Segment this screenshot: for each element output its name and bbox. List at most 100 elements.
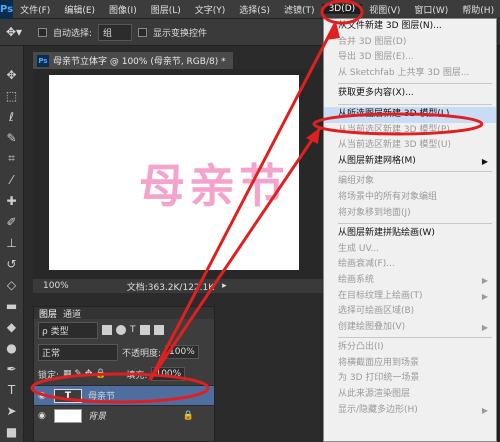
crop-icon[interactable]: ⌗: [3, 150, 21, 167]
menu-item-label: 导出 3D 图层(E)...: [338, 52, 414, 63]
auto-select-checkbox[interactable]: [38, 27, 47, 37]
filter-row: ρ 类型 T: [34, 319, 214, 341]
menu-item-3d: 生成 UV...: [324, 242, 496, 258]
opacity-input[interactable]: 100%: [165, 345, 199, 359]
menu-item-3d[interactable]: 获取更多内容(X)...: [324, 86, 496, 102]
lasso-icon[interactable]: ℓ: [3, 108, 21, 125]
menu-item-3d: 绘画系统 ▶: [324, 273, 496, 289]
path-select-icon[interactable]: ➤: [3, 402, 21, 419]
menu-separator: [338, 337, 492, 339]
filter-pixel-icon[interactable]: [102, 325, 112, 335]
lock-icon: 🔒: [182, 410, 194, 421]
gradient-icon[interactable]: ▬: [3, 297, 21, 314]
tab-channels[interactable]: 通道: [63, 307, 81, 320]
menu-item-label: 创建绘图叠加(V): [338, 321, 406, 332]
menu-item-label: 从 Sketchfab 上共享 3D 图层...: [338, 67, 470, 78]
menu-separator: [338, 223, 492, 225]
lock-icons[interactable]: ▦ ✎ ✥ 🔒: [63, 369, 106, 379]
filter-type-icon[interactable]: T: [130, 325, 136, 335]
filter-adjust-icon[interactable]: [116, 325, 126, 335]
eyedropper-icon[interactable]: ⁄: [3, 171, 21, 188]
blend-mode-dropdown[interactable]: 正常: [38, 343, 118, 361]
menu-help[interactable]: 帮助(H): [455, 3, 500, 16]
menu-item-3d: 从当前选区新建 3D 模型(P): [324, 123, 496, 139]
document-title: 母亲节立体字 @ 100% (母亲节, RGB/8) *: [53, 57, 226, 67]
show-transform-label: 显示变换控件: [153, 28, 208, 39]
3d-menu-dropdown: 从文件新建 3D 图层(N)... 合并 3D 图层(D) 导出 3D 图层(E).…: [323, 18, 497, 442]
blend-row: 正常 不透明度: 100%: [34, 341, 214, 363]
menu-item-3d: 从 Sketchfab 上共享 3D 图层...: [324, 66, 496, 82]
menu-item-3d: 拆分凸出(I): [324, 340, 496, 356]
menu-item-label: 获取更多内容(X)...: [338, 88, 414, 99]
menu-item-3d[interactable]: 从图层新建网格(M) ▶: [324, 154, 496, 170]
menu-layer[interactable]: 图层(L): [144, 3, 188, 16]
canvas[interactable]: 母亲节: [49, 75, 299, 270]
auto-select-dropdown[interactable]: 组: [98, 23, 133, 41]
eye-icon[interactable]: ◉: [38, 411, 48, 421]
auto-select-label: 自动选择:: [53, 28, 93, 39]
menu-item-label: 从图层新建拼贴绘画(W): [338, 228, 435, 239]
menu-item-label: 合并 3D 图层(D): [338, 36, 407, 47]
quick-select-icon[interactable]: ✎: [3, 129, 21, 146]
menu-3d[interactable]: 3D(D): [321, 4, 363, 14]
status-arrow-icon[interactable]: ▸: [222, 281, 227, 291]
menu-window[interactable]: 窗口(W): [407, 3, 455, 16]
document-tab[interactable]: Ps 母亲节立体字 @ 100% (母亲节, RGB/8) *: [33, 52, 233, 69]
menu-item-3d: 将对象移到地面(J): [324, 206, 496, 222]
menu-item-label: 拆分凸出(I): [338, 342, 384, 353]
tab-layers[interactable]: 图层: [39, 307, 57, 320]
layer-name[interactable]: 母亲节: [88, 389, 115, 402]
marquee-icon[interactable]: ⬚: [3, 87, 21, 104]
menu-view[interactable]: 视图(V): [362, 3, 407, 16]
text-tool-icon[interactable]: T: [3, 381, 21, 398]
menu-item-3d[interactable]: 从所选图层新建 3D 模型(L): [324, 106, 496, 123]
menu-image[interactable]: 图像(I): [102, 3, 144, 16]
dodge-icon[interactable]: ●: [3, 339, 21, 356]
move-tool-icon[interactable]: ✥▾: [6, 23, 32, 41]
eraser-icon[interactable]: ◇: [3, 276, 21, 293]
photoshop-logo: Ps: [0, 0, 14, 19]
menu-filter[interactable]: 滤镜(T): [277, 3, 322, 16]
menu-item-3d: 将横截面应用到场景: [324, 356, 496, 372]
pen-icon[interactable]: ✒: [3, 360, 21, 377]
layer-name[interactable]: 背景: [88, 409, 106, 422]
menu-item-label: 从此来源渲染图层: [338, 389, 411, 400]
fill-input[interactable]: 100%: [151, 367, 186, 381]
submenu-arrow-icon: ▶: [481, 275, 488, 285]
menu-item-3d: 显示/隐藏多边形(H) ▶: [324, 403, 496, 419]
menu-item-3d[interactable]: 从图层新建拼贴绘画(W): [324, 226, 496, 242]
menu-item-label: 为 3D 打印统一场景: [338, 373, 420, 384]
clone-stamp-icon[interactable]: ⊥: [3, 234, 21, 251]
menu-separator: [338, 103, 492, 105]
healing-brush-icon[interactable]: ✚: [3, 192, 21, 209]
rectangle-icon[interactable]: ■: [3, 423, 21, 440]
layer-row-text[interactable]: ◉ T 母亲节: [34, 385, 214, 405]
blur-icon[interactable]: ◆: [3, 318, 21, 335]
menu-item-label: 将横截面应用到场景: [338, 357, 420, 368]
menu-select[interactable]: 选择(S): [232, 3, 277, 16]
fill-label: 填充:: [126, 370, 148, 381]
lock-row: 锁定: ▦ ✎ ✥ 🔒 填充: 100%: [34, 363, 214, 385]
menu-item-3d: 将场景中的所有对象编组: [324, 190, 496, 206]
eye-icon[interactable]: ◉: [38, 391, 48, 401]
show-transform-checkbox[interactable]: [138, 27, 148, 37]
layers-tabs: 图层 通道: [34, 307, 214, 320]
menu-item-label: 编组对象: [338, 176, 375, 187]
menu-edit[interactable]: 编辑(E): [57, 3, 102, 16]
doc-size: 文档:363.2K/122.1K: [126, 282, 215, 293]
menu-type[interactable]: 文字(Y): [188, 3, 233, 16]
layer-row-background[interactable]: ◉ 背景 🔒: [34, 405, 214, 425]
filter-smart-icon[interactable]: [153, 325, 164, 335]
brush-icon[interactable]: ✐: [3, 213, 21, 230]
menu-file[interactable]: 文件(F): [13, 3, 57, 16]
menu-item-3d: 导出 3D 图层(E)...: [324, 50, 496, 66]
zoom-level[interactable]: 100%: [43, 281, 69, 291]
menu-item-label: 从当前选区新建 3D 模型(U): [338, 140, 451, 151]
kind-filter-dropdown[interactable]: ρ 类型: [38, 321, 98, 339]
background-layer-thumbnail: [54, 408, 82, 423]
lock-label: 锁定:: [38, 370, 60, 381]
move-icon[interactable]: ✥: [3, 66, 21, 83]
filter-shape-icon[interactable]: [139, 325, 150, 335]
menu-item-3d[interactable]: 从文件新建 3D 图层(N)...: [324, 19, 496, 35]
history-brush-icon[interactable]: ↺: [3, 255, 21, 272]
